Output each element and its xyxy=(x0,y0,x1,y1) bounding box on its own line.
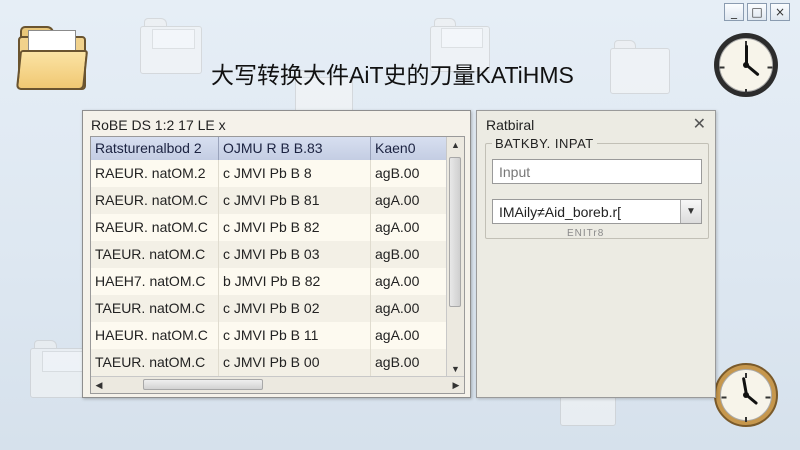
table-cell: HAEH7. natOM.C xyxy=(91,268,219,295)
scroll-left-arrow[interactable]: ◀ xyxy=(91,377,107,393)
table-cell: c JMVI Pb B 8 xyxy=(219,160,371,187)
table-cell: TAEUR. natOM.C xyxy=(91,241,219,268)
table-row[interactable]: TAEUR. natOM.C c JMVI Pb B 02 agA.00 xyxy=(91,295,448,322)
table-row[interactable]: RAEUR. natOM.C c JMVI Pb B 82 agA.00 xyxy=(91,214,448,241)
column-header[interactable]: Kaen0 xyxy=(371,137,448,160)
scroll-up-arrow[interactable]: ▲ xyxy=(447,137,464,153)
table-cell: c JMVI Pb B 81 xyxy=(219,187,371,214)
table-cell: c JMVI Pb B 82 xyxy=(219,214,371,241)
scroll-right-arrow[interactable]: ▶ xyxy=(448,377,464,393)
horizontal-scrollbar[interactable]: ◀ ▶ xyxy=(91,376,464,393)
vertical-scroll-thumb[interactable] xyxy=(449,157,461,307)
table-cell: b JMVI Pb B 82 xyxy=(219,268,371,295)
background-folder-icon xyxy=(140,18,202,74)
table-cell: c JMVI Pb B 00 xyxy=(219,349,371,376)
table-row[interactable]: TAEUR. natOM.C c JMVI Pb B 03 agB.00 xyxy=(91,241,448,268)
horizontal-scroll-thumb[interactable] xyxy=(143,379,263,390)
table-cell: HAEUR. natOM.C xyxy=(91,322,219,349)
table-row[interactable]: TAEUR. natOM.C c JMVI Pb B 00 agB.00 xyxy=(91,349,448,376)
table-cell: agA.00 xyxy=(371,268,448,295)
table-cell: agA.00 xyxy=(371,214,448,241)
file-list-window: RoBE DS 1:2 17 LE x Ratsturenalbod 2 OJM… xyxy=(82,110,471,398)
table-cell: TAEUR. natOM.C xyxy=(91,295,219,322)
table-row[interactable]: HAEH7. natOM.C b JMVI Pb B 82 agA.00 xyxy=(91,268,448,295)
table-cell: c JMVI Pb B 03 xyxy=(219,241,371,268)
table-cell: c JMVI Pb B 11 xyxy=(219,322,371,349)
table-cell: agB.00 xyxy=(371,160,448,187)
list-window-title: RoBE DS 1:2 17 LE x xyxy=(91,117,226,133)
select-value: IMAily≠Aid_boreb.r[ xyxy=(499,204,622,220)
table-cell: TAEUR. natOM.C xyxy=(91,349,219,376)
minimize-button[interactable]: _ xyxy=(724,3,744,21)
table-cell: agB.00 xyxy=(371,349,448,376)
table-cell: RAEUR. natOM.C xyxy=(91,187,219,214)
clock-icon xyxy=(714,363,778,427)
maximize-button[interactable]: □ xyxy=(747,3,767,21)
table-cell: agA.00 xyxy=(371,187,448,214)
table-cell: RAEUR. natOM.C xyxy=(91,214,219,241)
folder-icon[interactable] xyxy=(15,24,89,90)
group-footer-label: ENITr8 xyxy=(567,228,605,239)
group-label: BATKBY. INPAT xyxy=(492,136,597,151)
chevron-down-icon[interactable]: ▼ xyxy=(680,200,701,223)
table-header-row: Ratsturenalbod 2 OJMU R B B.83 Kaen0 xyxy=(91,137,448,160)
table-row[interactable]: RAEUR. natOM.C c JMVI Pb B 81 agA.00 xyxy=(91,187,448,214)
dropdown-select[interactable]: IMAily≠Aid_boreb.r[ ▼ xyxy=(492,199,702,224)
close-icon[interactable]: ✕ xyxy=(693,114,706,134)
column-header[interactable]: OJMU R B B.83 xyxy=(219,137,371,160)
input-group: BATKBY. INPAT IMAily≠Aid_boreb.r[ ▼ xyxy=(485,136,709,239)
table-cell: agA.00 xyxy=(371,322,448,349)
properties-panel: Ratbiral ✕ BATKBY. INPAT IMAily≠Aid_bore… xyxy=(476,110,716,398)
table-row[interactable]: HAEUR. natOM.C c JMVI Pb B 11 agA.00 xyxy=(91,322,448,349)
file-table: Ratsturenalbod 2 OJMU R B B.83 Kaen0 RAE… xyxy=(90,136,465,394)
page-title: 大写转换大件AiT史的刀量KATiHMS xyxy=(211,62,574,88)
text-input-field[interactable] xyxy=(492,159,702,184)
vertical-scrollbar[interactable]: ▲ ▼ xyxy=(446,137,464,377)
column-header[interactable]: Ratsturenalbod 2 xyxy=(91,137,219,160)
clock-icon xyxy=(714,33,778,97)
table-row[interactable]: RAEUR. natOM.2 c JMVI Pb B 8 agB.00 xyxy=(91,160,448,187)
table-cell: RAEUR. natOM.2 xyxy=(91,160,219,187)
table-cell: agB.00 xyxy=(371,241,448,268)
table-cell: c JMVI Pb B 02 xyxy=(219,295,371,322)
scroll-down-arrow[interactable]: ▼ xyxy=(447,361,464,377)
window-controls: _ □ × xyxy=(724,3,790,21)
close-window-button[interactable]: × xyxy=(770,3,790,21)
table-cell: agA.00 xyxy=(371,295,448,322)
panel-title: Ratbiral xyxy=(486,117,535,133)
background-folder-icon xyxy=(610,40,670,94)
